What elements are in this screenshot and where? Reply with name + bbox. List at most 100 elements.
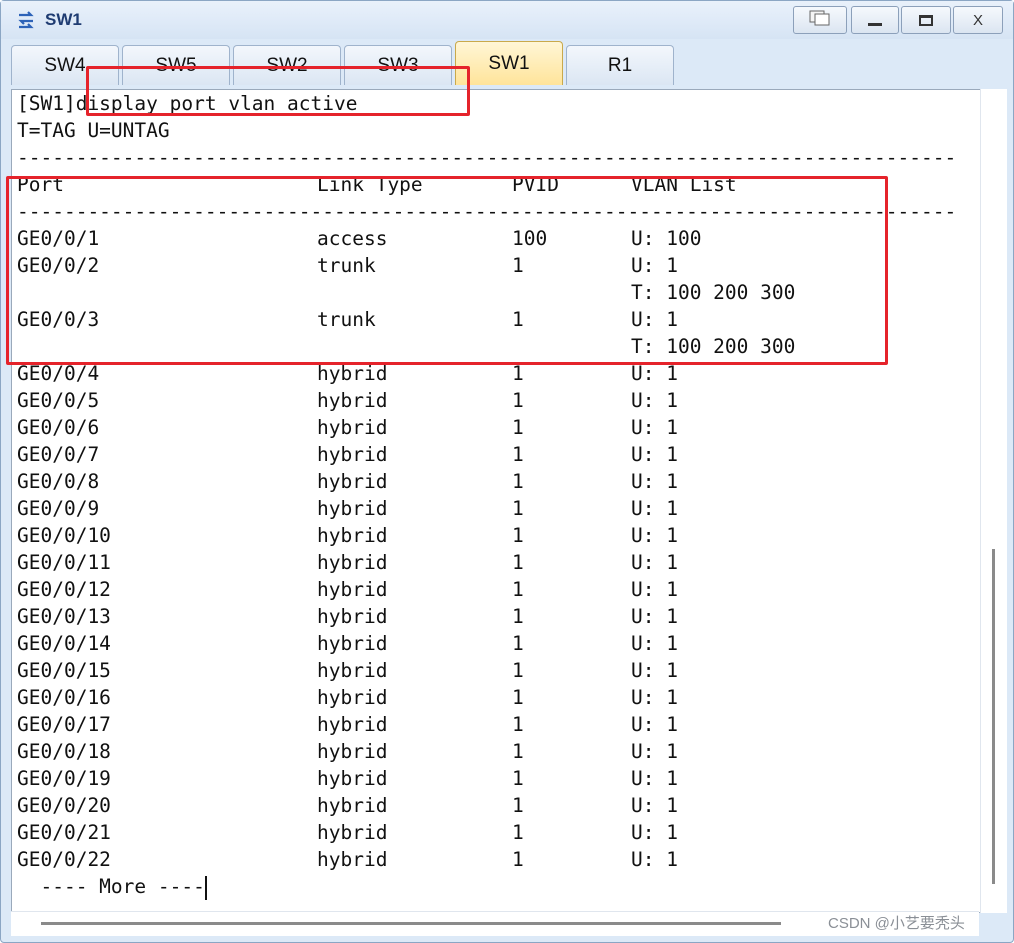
pvid-cell: 1 bbox=[512, 443, 524, 466]
table-row: GE0/0/15 hybrid 1 U: 1 bbox=[17, 657, 977, 684]
table-row: GE0/0/6 hybrid 1 U: 1 bbox=[17, 414, 977, 441]
port-cell: GE0/0/14 bbox=[17, 632, 111, 655]
link-type-cell: hybrid bbox=[317, 767, 388, 790]
table-row: GE0/0/11 hybrid 1 U: 1 bbox=[17, 549, 977, 576]
link-type-cell: hybrid bbox=[317, 848, 388, 871]
link-type-cell: hybrid bbox=[317, 686, 388, 709]
link-type-cell: hybrid bbox=[317, 578, 388, 601]
port-cell: GE0/0/18 bbox=[17, 740, 111, 763]
table-row: GE0/0/20 hybrid 1 U: 1 bbox=[17, 792, 977, 819]
table-row: GE0/0/16 hybrid 1 U: 1 bbox=[17, 684, 977, 711]
link-type-cell: hybrid bbox=[317, 821, 388, 844]
table-row: GE0/0/8 hybrid 1 U: 1 bbox=[17, 468, 977, 495]
port-cell: GE0/0/17 bbox=[17, 713, 111, 736]
link-type-cell: hybrid bbox=[317, 605, 388, 628]
pvid-cell: 1 bbox=[512, 389, 524, 412]
terminal-window: SW1 X SW4 SW5 SW2 SW3 SW1 R1 [SW1]displa… bbox=[0, 0, 1014, 943]
link-type-cell: hybrid bbox=[317, 443, 388, 466]
pvid-cell: 1 bbox=[512, 821, 524, 844]
cli-prompt: [SW1] bbox=[17, 92, 76, 115]
table-row: GE0/0/14 hybrid 1 U: 1 bbox=[17, 630, 977, 657]
vlan-list-cell: U: 1 bbox=[631, 740, 678, 763]
tab-sw1[interactable]: SW1 bbox=[455, 41, 563, 85]
table-row: GE0/0/5 hybrid 1 U: 1 bbox=[17, 387, 977, 414]
vlan-list-cell: U: 1 bbox=[631, 416, 678, 439]
vlan-list-cell: U: 1 bbox=[631, 551, 678, 574]
port-cell: GE0/0/13 bbox=[17, 605, 111, 628]
vlan-list-cell: U: 1 bbox=[631, 389, 678, 412]
table-row: GE0/0/7 hybrid 1 U: 1 bbox=[17, 441, 977, 468]
table-row: GE0/0/9 hybrid 1 U: 1 bbox=[17, 495, 977, 522]
close-icon: X bbox=[972, 11, 983, 29]
horizontal-scroll-thumb[interactable] bbox=[41, 922, 781, 925]
command-highlight-box bbox=[86, 66, 470, 116]
table-row: GE0/0/12 hybrid 1 U: 1 bbox=[17, 576, 977, 603]
restore-window-button[interactable] bbox=[793, 6, 847, 34]
link-type-cell: hybrid bbox=[317, 497, 388, 520]
maximize-button[interactable] bbox=[901, 6, 951, 34]
switch-app-icon bbox=[18, 11, 34, 29]
table-row: GE0/0/17 hybrid 1 U: 1 bbox=[17, 711, 977, 738]
link-type-cell: hybrid bbox=[317, 524, 388, 547]
table-row: GE0/0/21 hybrid 1 U: 1 bbox=[17, 819, 977, 846]
vlan-list-cell: U: 1 bbox=[631, 632, 678, 655]
vlan-list-cell: U: 1 bbox=[631, 686, 678, 709]
window-title: SW1 bbox=[45, 10, 82, 29]
port-cell: GE0/0/21 bbox=[17, 821, 111, 844]
minimize-icon bbox=[868, 22, 882, 26]
vlan-list-cell: U: 1 bbox=[631, 794, 678, 817]
link-type-cell: hybrid bbox=[317, 416, 388, 439]
pvid-cell: 1 bbox=[512, 416, 524, 439]
pvid-cell: 1 bbox=[512, 767, 524, 790]
close-button[interactable]: X bbox=[953, 6, 1003, 34]
port-cell: GE0/0/12 bbox=[17, 578, 111, 601]
title-bar[interactable]: SW1 X bbox=[1, 1, 1013, 39]
vlan-list-cell: U: 1 bbox=[631, 767, 678, 790]
table-row: GE0/0/13 hybrid 1 U: 1 bbox=[17, 603, 977, 630]
table-row: GE0/0/18 hybrid 1 U: 1 bbox=[17, 738, 977, 765]
more-prompt-text: ---- More ---- bbox=[17, 875, 205, 898]
pvid-cell: 1 bbox=[512, 497, 524, 520]
vlan-list-cell: U: 1 bbox=[631, 443, 678, 466]
restore-icon bbox=[809, 10, 831, 30]
link-type-cell: hybrid bbox=[317, 551, 388, 574]
table-row: GE0/0/22 hybrid 1 U: 1 bbox=[17, 846, 977, 873]
vlan-list-cell: U: 1 bbox=[631, 659, 678, 682]
pvid-cell: 1 bbox=[512, 794, 524, 817]
minimize-button[interactable] bbox=[851, 6, 899, 34]
tab-r1[interactable]: R1 bbox=[566, 45, 674, 85]
pvid-cell: 1 bbox=[512, 632, 524, 655]
maximize-icon bbox=[919, 14, 933, 26]
port-cell: GE0/0/19 bbox=[17, 767, 111, 790]
vertical-scroll-thumb[interactable] bbox=[992, 549, 995, 884]
table-row: GE0/0/19 hybrid 1 U: 1 bbox=[17, 765, 977, 792]
port-cell: GE0/0/15 bbox=[17, 659, 111, 682]
vlan-list-cell: U: 1 bbox=[631, 524, 678, 547]
watermark: CSDN @小艺要秃头 bbox=[828, 915, 965, 932]
pvid-cell: 1 bbox=[512, 659, 524, 682]
vlan-list-cell: U: 1 bbox=[631, 821, 678, 844]
link-type-cell: hybrid bbox=[317, 389, 388, 412]
pvid-cell: 1 bbox=[512, 578, 524, 601]
port-cell: GE0/0/10 bbox=[17, 524, 111, 547]
port-cell: GE0/0/7 bbox=[17, 443, 100, 466]
vertical-scrollbar[interactable] bbox=[980, 89, 1007, 913]
more-prompt[interactable]: ---- More ---- bbox=[17, 873, 207, 900]
port-cell: GE0/0/8 bbox=[17, 470, 100, 493]
tag-legend: T=TAG U=UNTAG bbox=[17, 119, 170, 142]
vlan-list-cell: U: 1 bbox=[631, 713, 678, 736]
link-type-cell: hybrid bbox=[317, 470, 388, 493]
port-cell: GE0/0/20 bbox=[17, 794, 111, 817]
pvid-cell: 1 bbox=[512, 686, 524, 709]
port-cell: GE0/0/11 bbox=[17, 551, 111, 574]
text-cursor bbox=[204, 875, 207, 900]
port-cell: GE0/0/9 bbox=[17, 497, 100, 520]
separator-line: ----------------------------------------… bbox=[17, 146, 957, 169]
pvid-cell: 1 bbox=[512, 551, 524, 574]
link-type-cell: hybrid bbox=[317, 794, 388, 817]
pvid-cell: 1 bbox=[512, 605, 524, 628]
pvid-cell: 1 bbox=[512, 740, 524, 763]
port-cell: GE0/0/22 bbox=[17, 848, 111, 871]
vlan-list-cell: U: 1 bbox=[631, 605, 678, 628]
vlan-list-cell: U: 1 bbox=[631, 848, 678, 871]
